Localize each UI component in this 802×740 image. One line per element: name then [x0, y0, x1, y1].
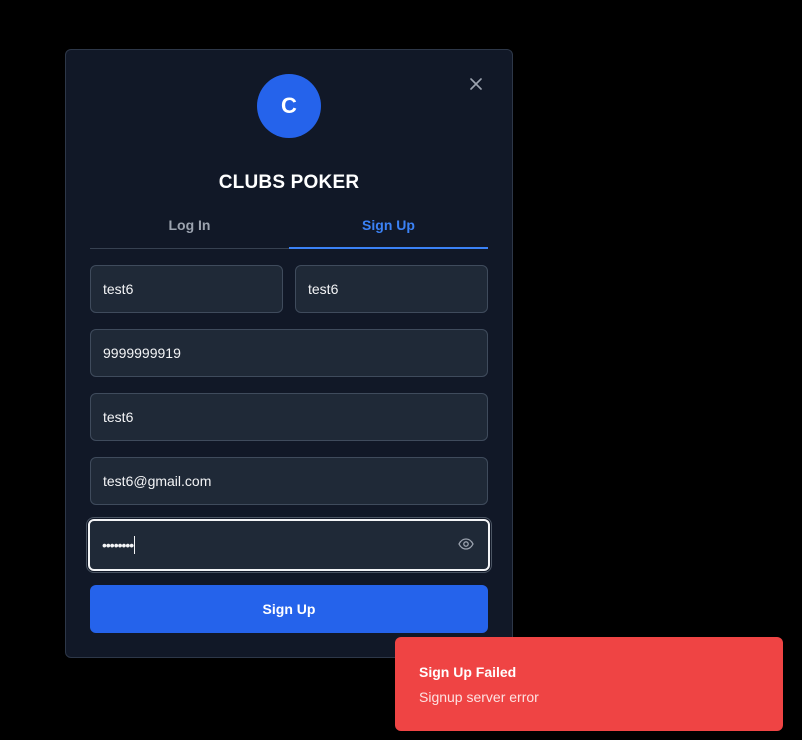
toast-description: Signup server error [419, 689, 539, 705]
error-toast[interactable]: Sign Up Failed Signup server error [395, 637, 783, 731]
username-field[interactable]: test6 [90, 393, 488, 441]
auth-modal: C CLUBS POKER Log In Sign Up test6 test6… [65, 49, 513, 658]
password-value: •••••••• [102, 537, 134, 553]
email-field[interactable]: test6@gmail.com [90, 457, 488, 505]
tab-sign-up[interactable]: Sign Up [289, 208, 488, 249]
app-title: CLUBS POKER [218, 172, 360, 193]
phone-field[interactable]: 9999999919 [90, 329, 488, 377]
first-name-field[interactable]: test6 [90, 265, 283, 313]
username-value: test6 [103, 409, 134, 425]
auth-tabs: Log In Sign Up [90, 208, 488, 249]
logo-avatar: C [257, 74, 321, 138]
password-field[interactable]: •••••••• [86, 517, 492, 573]
tab-log-in[interactable]: Log In [90, 208, 289, 248]
eye-icon[interactable] [458, 536, 474, 552]
text-caret [134, 536, 136, 554]
toast-title: Sign Up Failed [419, 664, 517, 680]
last-name-value: test6 [308, 281, 339, 297]
first-name-value: test6 [103, 281, 134, 297]
avatar-letter: C [281, 93, 297, 118]
phone-value: 9999999919 [103, 345, 181, 361]
email-value: test6@gmail.com [103, 473, 212, 489]
last-name-field[interactable]: test6 [295, 265, 488, 313]
close-icon [470, 78, 482, 90]
close-button[interactable] [466, 74, 486, 94]
sign-up-button[interactable]: Sign Up [90, 585, 488, 633]
